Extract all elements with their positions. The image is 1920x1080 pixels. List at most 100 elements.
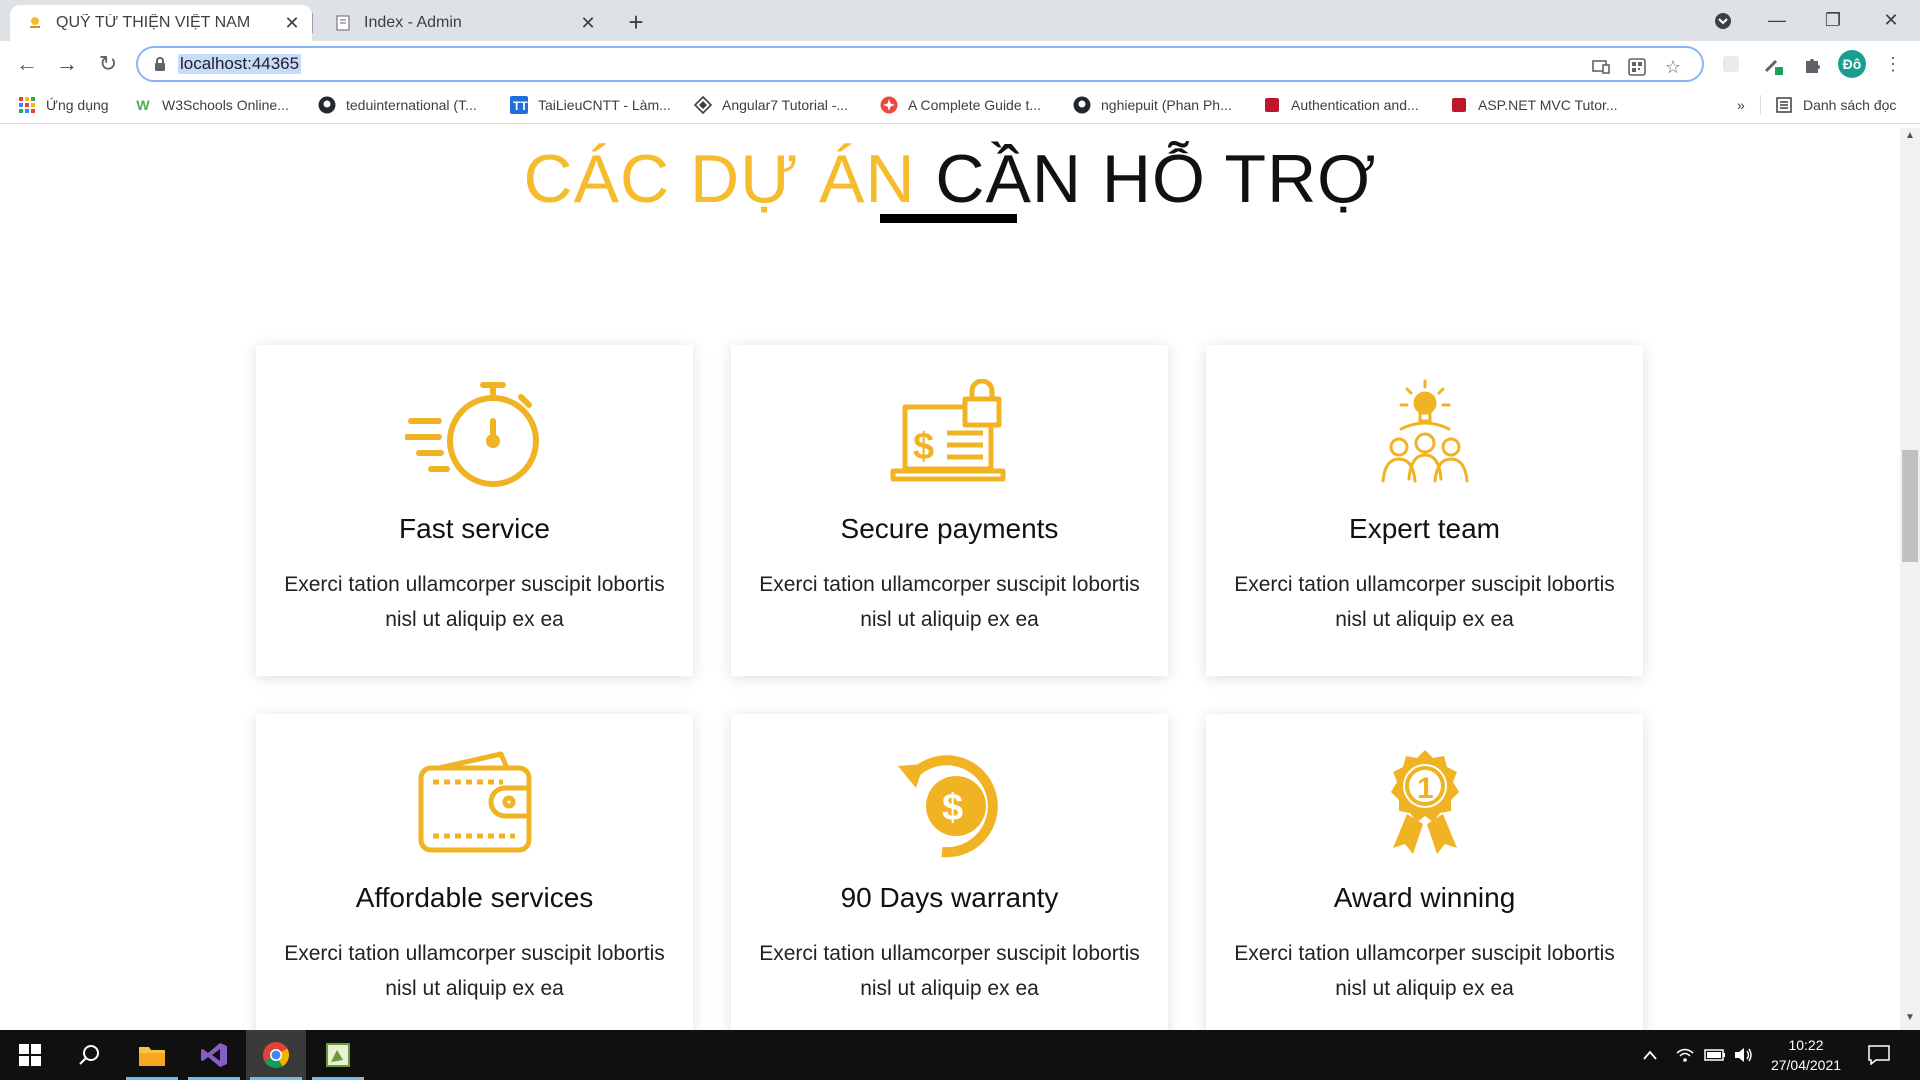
back-arrow-icon[interactable]: ← bbox=[12, 49, 42, 79]
tab-separator bbox=[312, 13, 313, 33]
card-title: Fast service bbox=[399, 513, 550, 544]
stopwatch-icon bbox=[256, 379, 693, 489]
tailieucntt-icon: TT bbox=[510, 96, 528, 114]
reading-list-label: Danh sách đọc bbox=[1803, 97, 1897, 113]
bookmark-label: Angular7 Tutorial -... bbox=[722, 97, 849, 113]
wallet-icon bbox=[256, 748, 693, 858]
bookmark-label: A Complete Guide t... bbox=[908, 97, 1042, 113]
money-back-icon: $ bbox=[731, 748, 1168, 858]
feature-card: Expert team Exerci tation ullamcorper su… bbox=[1206, 345, 1643, 676]
new-tab-plus-icon[interactable]: + bbox=[622, 7, 650, 37]
svg-text:$: $ bbox=[913, 426, 934, 468]
card-title: Award winning bbox=[1333, 882, 1516, 913]
github-icon bbox=[318, 96, 336, 114]
qr-code-icon[interactable] bbox=[1626, 56, 1648, 78]
scrollbar-thumb[interactable] bbox=[1902, 450, 1918, 562]
guide-icon bbox=[880, 96, 898, 114]
cast-icon[interactable] bbox=[1590, 56, 1612, 78]
browser-chrome: QUỸ TỪ THIỆN VIỆT NAM ✕ Index - Admin ✕ … bbox=[0, 0, 1920, 128]
bookmark-label: Authentication and... bbox=[1291, 97, 1419, 113]
reload-icon[interactable]: ↻ bbox=[93, 49, 123, 79]
visual-studio-icon[interactable] bbox=[184, 1030, 244, 1080]
bookmark-label: TaiLieuCNTT - Làm... bbox=[538, 97, 671, 113]
page-scrollbar[interactable]: ▲ ▼ bbox=[1900, 128, 1920, 1030]
bookmark-angular7[interactable]: Angular7 Tutorial -... bbox=[694, 87, 848, 123]
svg-text:$: $ bbox=[942, 787, 963, 829]
notepad-plus-icon[interactable] bbox=[308, 1030, 368, 1080]
bookmark-tailieucntt[interactable]: TT TaiLieuCNTT - Làm... bbox=[510, 87, 671, 123]
search-icon[interactable] bbox=[60, 1030, 120, 1080]
notifications-icon[interactable] bbox=[1868, 1030, 1890, 1080]
card-description: Exerci tation ullamcorper suscipit lobor… bbox=[1234, 573, 1615, 631]
bookmark-complete-guide[interactable]: A Complete Guide t... bbox=[880, 87, 1041, 123]
feature-card: 1 Award winning Exerci tation ullamcorpe… bbox=[1206, 714, 1643, 1030]
bookmark-apps[interactable]: Ứng dụng bbox=[18, 87, 109, 123]
address-bar[interactable]: localhost:44365 ☆ bbox=[136, 46, 1704, 82]
menu-kebab-icon[interactable]: ⋮ bbox=[1882, 53, 1904, 75]
tab-search-icon[interactable] bbox=[1700, 0, 1746, 41]
svg-text:TT: TT bbox=[513, 99, 528, 113]
toolbar: ← → ↻ localhost:44365 ☆ Đô ⋮ bbox=[0, 41, 1920, 87]
svg-text:1: 1 bbox=[1417, 772, 1434, 805]
bookmark-label: teduinternational (T... bbox=[346, 97, 477, 113]
bookmark-red-icon bbox=[1450, 96, 1468, 114]
bookmark-nghiepuit[interactable]: nghiepuit (Phan Ph... bbox=[1073, 87, 1232, 123]
extensions-puzzle-icon[interactable] bbox=[1802, 53, 1824, 75]
tab-index-admin[interactable]: Index - Admin ✕ bbox=[318, 5, 608, 41]
scroll-down-arrow-icon[interactable]: ▼ bbox=[1900, 1012, 1920, 1028]
bookmark-label: nghiepuit (Phan Ph... bbox=[1101, 97, 1232, 113]
system-clock[interactable]: 10:22 27/04/2021 bbox=[1762, 1035, 1850, 1075]
card-title: 90 Days warranty bbox=[840, 882, 1059, 913]
secure-laptop-icon: $ bbox=[731, 379, 1168, 489]
page-content: CÁC DỰ ÁN CẦN HỖ TRỢ Fast service Exerci… bbox=[0, 128, 1900, 1030]
apps-grid-icon bbox=[18, 96, 36, 114]
close-tab-icon[interactable]: ✕ bbox=[578, 13, 598, 33]
card-description: Exerci tation ullamcorper suscipit lobor… bbox=[284, 573, 665, 631]
chrome-taskbar-icon[interactable] bbox=[246, 1030, 306, 1080]
reading-list-icon bbox=[1775, 96, 1793, 114]
section-heading: CÁC DỰ ÁN CẦN HỖ TRỢ bbox=[0, 140, 1900, 218]
tab-quy-tu-thien[interactable]: QUỸ TỪ THIỆN VIỆT NAM ✕ bbox=[10, 5, 312, 41]
bookmark-teduinternational[interactable]: teduinternational (T... bbox=[318, 87, 477, 123]
bookmark-label: Ứng dụng bbox=[46, 97, 109, 113]
forward-arrow-icon[interactable]: → bbox=[52, 49, 82, 79]
bookmark-aspnet-mvc[interactable]: ASP.NET MVC Tutor... bbox=[1450, 87, 1618, 123]
close-window-icon[interactable]: ✕ bbox=[1868, 0, 1914, 41]
card-title: Secure payments bbox=[840, 513, 1059, 544]
card-title: Affordable services bbox=[355, 882, 594, 913]
bookmark-red-icon bbox=[1263, 96, 1281, 114]
file-explorer-icon[interactable] bbox=[122, 1030, 182, 1080]
bookmarks-overflow-icon[interactable]: » bbox=[1737, 87, 1745, 123]
bookmarks-divider bbox=[1760, 95, 1761, 115]
card-description: Exerci tation ullamcorper suscipit lobor… bbox=[759, 942, 1140, 1000]
tray-chevron-icon[interactable] bbox=[1642, 1030, 1658, 1080]
w3schools-icon: W bbox=[136, 97, 150, 113]
bookmark-star-icon[interactable]: ☆ bbox=[1662, 56, 1684, 78]
page-favicon-icon bbox=[334, 14, 352, 32]
feature-card: $ Secure payments Exerci tation ullamcor… bbox=[731, 345, 1168, 676]
windows-taskbar: 10:22 27/04/2021 bbox=[0, 1030, 1920, 1080]
scroll-up-arrow-icon[interactable]: ▲ bbox=[1900, 130, 1920, 146]
close-tab-icon[interactable]: ✕ bbox=[282, 13, 302, 33]
lock-icon[interactable] bbox=[152, 56, 168, 72]
bookmark-w3schools[interactable]: W W3Schools Online... bbox=[134, 87, 289, 123]
bookmarks-bar: Ứng dụng W W3Schools Online... teduinter… bbox=[0, 87, 1920, 124]
eyedropper-extension-icon[interactable] bbox=[1762, 53, 1784, 75]
volume-icon[interactable] bbox=[1734, 1030, 1754, 1080]
feature-card: $ 90 Days warranty Exerci tation ullamco… bbox=[731, 714, 1168, 1030]
restore-icon[interactable]: ❐ bbox=[1810, 0, 1856, 41]
reading-list[interactable]: Danh sách đọc bbox=[1775, 87, 1896, 123]
clock-time: 10:22 bbox=[1788, 1037, 1824, 1053]
url-text[interactable]: localhost:44365 bbox=[178, 54, 302, 74]
wifi-icon[interactable] bbox=[1676, 1030, 1694, 1080]
bookmark-label: W3Schools Online... bbox=[162, 97, 289, 113]
minimize-icon[interactable]: — bbox=[1754, 0, 1800, 41]
bookmark-authentication[interactable]: Authentication and... bbox=[1263, 87, 1419, 123]
extension-icon[interactable] bbox=[1720, 53, 1742, 75]
battery-icon[interactable] bbox=[1704, 1030, 1726, 1080]
card-description: Exerci tation ullamcorper suscipit lobor… bbox=[284, 942, 665, 1000]
profile-avatar[interactable]: Đô bbox=[1838, 50, 1866, 78]
bookmark-label: ASP.NET MVC Tutor... bbox=[1478, 97, 1618, 113]
windows-start-icon[interactable] bbox=[0, 1030, 60, 1080]
team-idea-icon bbox=[1206, 379, 1643, 489]
